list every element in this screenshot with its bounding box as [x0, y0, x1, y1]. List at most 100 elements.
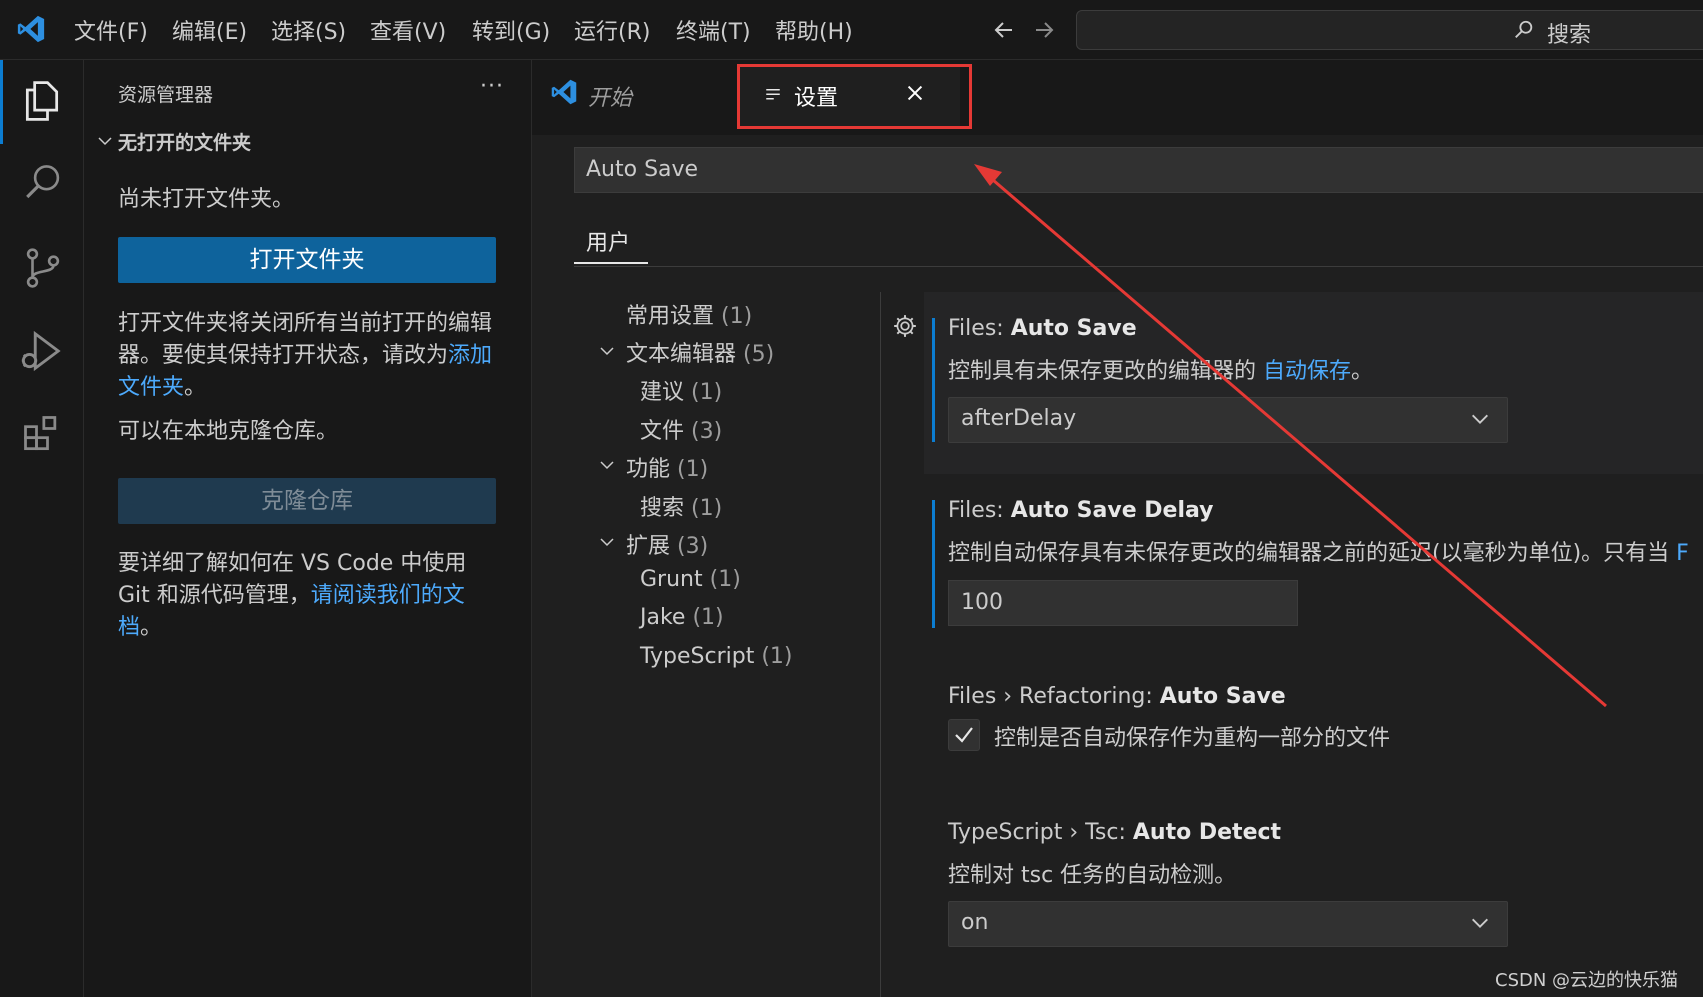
menu-terminal[interactable]: 终端(T) — [676, 14, 751, 46]
toc-item-typescript[interactable]: TypeScript (1) — [640, 644, 793, 669]
toc-label: TypeScript — [640, 644, 755, 669]
toc-item-jake[interactable]: Jake (1) — [640, 605, 724, 630]
tab-start-label: 开始 — [588, 86, 633, 111]
setting-description: 控制自动保存具有未保存更改的编辑器之前的延迟(以毫秒为单位)。只有当 F — [948, 535, 1703, 567]
toc-item-suggestions[interactable]: 建议 (1) — [640, 374, 722, 406]
search-icon — [1515, 20, 1533, 38]
toc-label: 搜索 — [640, 496, 685, 521]
extensions-icon[interactable] — [20, 412, 64, 456]
setting-name: Auto Save — [1159, 684, 1286, 709]
explorer-icon[interactable] — [20, 78, 64, 124]
more-actions-icon[interactable]: ··· — [480, 74, 504, 99]
run-debug-icon[interactable] — [18, 328, 64, 374]
toc-count: (1) — [721, 304, 753, 329]
user-scope-tab[interactable]: 用户 — [574, 222, 648, 266]
toc-item-grunt[interactable]: Grunt (1) — [640, 567, 741, 592]
tsc-auto-detect-select[interactable]: on — [948, 901, 1508, 947]
chevron-down-icon[interactable] — [598, 533, 616, 551]
watermark: CSDN @云边的快乐猫 — [1495, 970, 1679, 991]
setting-name: Auto Detect — [1132, 820, 1282, 845]
toc-item-common[interactable]: 常用设置 (1) — [626, 298, 752, 330]
auto-save-select[interactable]: afterDelay — [948, 397, 1508, 443]
modified-indicator — [932, 318, 935, 442]
activity-bar — [0, 60, 84, 997]
description-link[interactable]: F — [1676, 541, 1689, 566]
vscode-logo-icon — [17, 15, 45, 43]
setting-category: Files: — [948, 498, 1011, 523]
open-folder-note: 打开文件夹将关闭所有当前打开的编辑器。要使其保持打开状态，请改为添加文件夹。 — [118, 308, 498, 404]
menu-edit[interactable]: 编辑(E) — [172, 14, 247, 46]
learn-more-note: 要详细了解如何在 VS Code 中使用 Git 和源代码管理，请阅读我们的文档… — [118, 548, 498, 644]
toc-divider — [880, 292, 881, 997]
setting-title: Files: Auto Save — [948, 316, 1137, 341]
period: 。 — [140, 615, 163, 640]
open-folder-button[interactable]: 打开文件夹 — [118, 237, 496, 283]
editor-tab-bar: 开始 设置 — [532, 60, 1703, 135]
scope-divider — [574, 266, 1703, 267]
active-scope-underline — [574, 262, 648, 264]
section-title: 无打开的文件夹 — [118, 132, 252, 154]
settings-editor-icon — [766, 89, 780, 100]
toc-count: (5) — [743, 342, 775, 367]
toc-label: 扩展 — [626, 534, 671, 559]
toc-count: (1) — [691, 380, 723, 405]
menu-run[interactable]: 运行(R) — [574, 14, 650, 46]
description-text: 控制具有未保存更改的编辑器的 — [948, 359, 1263, 384]
back-arrow-icon[interactable] — [992, 18, 1016, 42]
menu-help[interactable]: 帮助(H) — [775, 14, 853, 46]
tab-settings-label: 设置 — [794, 86, 839, 111]
tab-settings[interactable]: 设置 — [740, 66, 960, 128]
gear-icon[interactable] — [892, 313, 918, 339]
auto-save-delay-input[interactable]: 100 — [948, 580, 1298, 626]
command-center-search[interactable]: 搜索 — [1076, 10, 1703, 50]
description-text: 控制自动保存具有未保存更改的编辑器之前的延迟(以毫秒为单位)。只有当 — [948, 541, 1677, 566]
toc-label: 文件 — [640, 419, 685, 444]
chevron-down-icon — [1472, 414, 1488, 424]
forward-arrow-icon[interactable] — [1032, 18, 1056, 42]
description-end: 。 — [1351, 359, 1374, 384]
chevron-down-icon — [1472, 918, 1488, 928]
menu-view[interactable]: 查看(V) — [370, 14, 446, 46]
menu-file[interactable]: 文件(F) — [74, 14, 148, 46]
close-icon[interactable] — [904, 82, 926, 104]
select-value: on — [961, 910, 989, 935]
setting-category: Files: — [948, 316, 1011, 341]
toc-item-features[interactable]: 功能 (1) — [626, 451, 708, 483]
clone-note: 可以在本地克隆仓库。 — [118, 419, 339, 444]
modified-indicator — [932, 500, 935, 628]
toc-label: Grunt — [640, 567, 703, 592]
menu-selection[interactable]: 选择(S) — [271, 14, 346, 46]
checkmark-icon — [955, 727, 973, 743]
vscode-logo-icon — [551, 79, 577, 105]
source-control-icon[interactable] — [22, 246, 64, 290]
toc-item-search[interactable]: 搜索 (1) — [640, 490, 722, 522]
chevron-down-icon[interactable] — [598, 456, 616, 474]
toc-label: 常用设置 — [626, 304, 715, 329]
menu-go[interactable]: 转到(G) — [472, 14, 550, 46]
toc-item-text-editor[interactable]: 文本编辑器 (5) — [626, 336, 774, 368]
setting-description: 控制具有未保存更改的编辑器的 自动保存。 — [948, 353, 1373, 385]
toc-label: 建议 — [640, 380, 685, 405]
toc-label: 文本编辑器 — [626, 342, 737, 367]
explorer-sidebar: 资源管理器 ··· 无打开的文件夹 尚未打开文件夹。 打开文件夹 打开文件夹将关… — [84, 60, 532, 997]
auto-save-link[interactable]: 自动保存 — [1263, 359, 1351, 384]
active-indicator — [0, 60, 3, 144]
period: 。 — [184, 375, 207, 400]
setting-title: Files: Auto Save Delay — [948, 498, 1214, 523]
setting-title: Files › Refactoring: Auto Save — [948, 684, 1286, 709]
settings-search-input[interactable]: Auto Save — [574, 147, 1703, 193]
tab-start[interactable]: 开始 — [532, 60, 736, 135]
no-folder-section-header[interactable]: 无打开的文件夹 — [92, 126, 522, 158]
refactoring-auto-save-checkbox[interactable] — [948, 719, 980, 751]
toc-count: (1) — [692, 605, 724, 630]
toc-count: (1) — [761, 644, 793, 669]
toc-item-files[interactable]: 文件 (3) — [640, 413, 722, 445]
explorer-title: 资源管理器 — [118, 84, 214, 106]
chevron-down-icon — [98, 137, 112, 146]
clone-repository-button[interactable]: 克隆仓库 — [118, 478, 496, 524]
search-view-icon[interactable] — [22, 162, 64, 204]
search-label: 搜索 — [1547, 23, 1592, 48]
chevron-down-icon[interactable] — [598, 342, 616, 360]
toc-count: (3) — [677, 534, 709, 559]
toc-item-extensions[interactable]: 扩展 (3) — [626, 528, 708, 560]
